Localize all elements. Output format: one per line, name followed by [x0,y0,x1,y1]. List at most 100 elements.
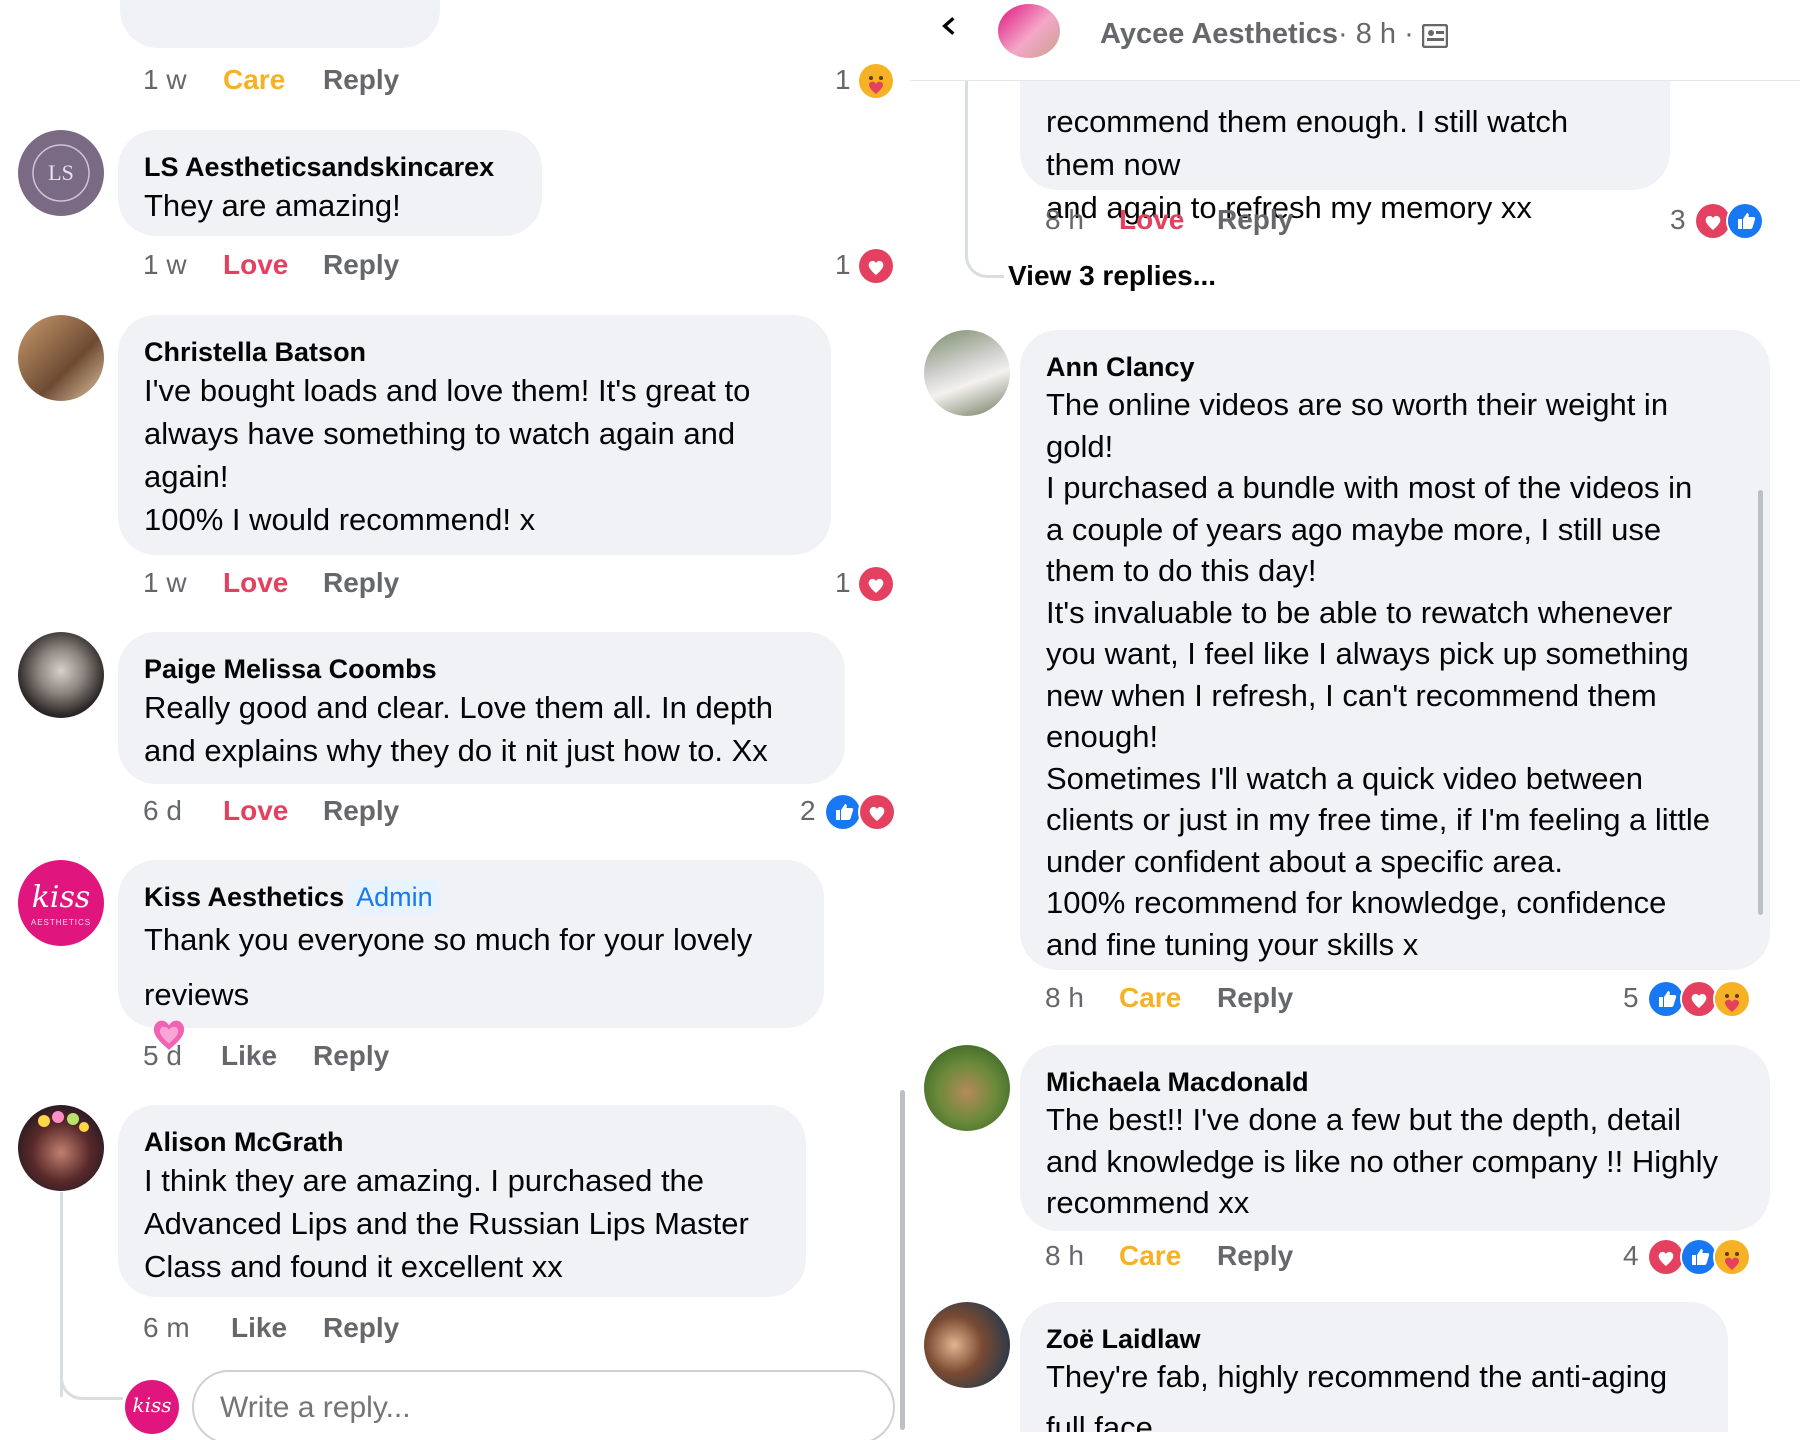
avatar-ls-aesthetics[interactable]: LS [18,130,104,216]
heart-icon [857,565,895,603]
admin-badge: Admin [350,880,439,914]
reaction-count: 2 [800,795,816,826]
chevron-left-icon[interactable] [938,8,960,45]
avatar-alison-mcgrath[interactable] [18,1105,104,1191]
comment-time: 8 h [1045,1240,1084,1271]
reaction-summary[interactable]: 5 [1623,978,1783,1018]
reply-avatar: kiss [125,1380,179,1434]
care-icon [1713,980,1751,1018]
avatar-christella-batson[interactable] [18,315,104,401]
commenter-name[interactable]: Paige Melissa Coombs [144,652,819,686]
reaction-button[interactable]: Love [223,247,288,283]
commenter-name-text[interactable]: Kiss Aesthetics [144,882,344,912]
avatar-zoe-laidlaw[interactable] [924,1302,1010,1388]
comment-actions: 6 d Love Reply [143,793,743,829]
reaction-summary[interactable]: 2 [800,791,905,831]
post-header: Aycee Aesthetics · 8 h · [910,0,1800,81]
reply-button[interactable]: Reply [323,565,399,601]
reaction-button[interactable]: Love [1119,202,1184,238]
reply-button[interactable]: Reply [323,793,399,829]
right-comments-panel: Aycee Aesthetics · 8 h · recommend them … [910,0,1800,1440]
comment-text: They're fab, highly recommend the anti-a… [1046,1359,1668,1394]
reply-button[interactable]: Reply [313,1038,389,1074]
reply-input-field[interactable] [218,1386,862,1430]
reply-input[interactable] [192,1370,895,1440]
reaction-button[interactable]: Care [223,62,285,98]
comment-bubble: Christella Batson I've bought loads and … [118,315,831,555]
scrollbar[interactable] [900,1090,905,1430]
comment-actions: 8 h Love Reply [1045,202,1445,238]
reaction-count: 4 [1623,1240,1639,1271]
comment-bubble: Alison McGrath I think they are amazing.… [118,1105,806,1297]
commenter-name[interactable]: LS Aestheticsandskincarex [144,150,516,184]
comment-time: 8 h [1045,982,1084,1013]
commenter-name[interactable]: Zoë Laidlaw [1046,1322,1702,1356]
reply-button[interactable]: Reply [1217,980,1293,1016]
comment-time: 1 w [143,567,187,598]
comment-bubble: Michaela Macdonald The best!! I've done … [1020,1045,1770,1231]
avatar-paige-melissa-coombs[interactable] [18,632,104,718]
comment-bubble: Paige Melissa Coombs Really good and cle… [118,632,845,784]
reaction-count: 1 [835,249,851,280]
scrollbar[interactable] [1758,490,1763,915]
reply-button[interactable]: Reply [323,247,399,283]
commenter-name: Kiss Aesthetics Admin [144,880,798,914]
view-replies-link[interactable]: View 3 replies... [1008,260,1216,292]
reply-button[interactable]: Reply [323,62,399,98]
page-avatar[interactable] [998,4,1060,58]
comment-actions: 5 d Like Reply [143,1038,743,1074]
commenter-name[interactable]: Ann Clancy [1046,350,1744,384]
reaction-button[interactable]: Love [223,793,288,829]
page-name[interactable]: Aycee Aesthetics [1100,18,1338,51]
comment-text: They are amazing! [144,188,401,223]
care-icon [857,62,895,100]
like-button[interactable]: Like [231,1310,287,1346]
comment-time: 1 w [143,249,187,280]
reaction-button[interactable]: Care [1119,980,1181,1016]
commenter-name[interactable]: Christella Batson [144,335,805,369]
reply-button[interactable]: Reply [1217,202,1293,238]
comment-bubble-partial [120,0,440,48]
comment-text: Thank you everyone so much for your love… [144,922,753,957]
comment-time: 8 h [1045,204,1084,235]
post-meta: · 8 h · [1338,18,1414,50]
reaction-summary[interactable]: 3 [1670,200,1780,240]
reply-button[interactable]: Reply [323,1310,399,1346]
like-button[interactable]: Like [221,1038,277,1074]
reply-thread-elbow [60,1362,123,1400]
reaction-button[interactable]: Care [1119,1238,1181,1274]
comment-time: 1 w [143,64,187,95]
reaction-count: 5 [1623,982,1639,1013]
avatar-ann-clancy[interactable] [924,330,1010,416]
reaction-summary[interactable]: 1 [835,245,905,285]
comment-text: I think they are amazing. I purchased th… [144,1163,749,1284]
reaction-summary[interactable]: 4 [1623,1236,1783,1276]
avatar-michaela-macdonald[interactable] [924,1045,1010,1131]
comment-actions: 8 h Care Reply [1045,1238,1445,1274]
avatar-logo-subtext: AESTHETICS [30,918,92,927]
comment-text: I've bought loads and love them! It's gr… [144,373,751,537]
reaction-count: 3 [1670,204,1686,235]
thumbs-up-icon [1726,202,1764,240]
comment-actions: 1 w Care Reply [143,62,903,98]
reply-button[interactable]: Reply [1217,1238,1293,1274]
comment-text-word: reviews [144,977,250,1012]
comment-text: The best!! I've done a few but the depth… [1046,1102,1719,1220]
comment-bubble: LS Aestheticsandskincarex They are amazi… [118,130,542,236]
reaction-count: 1 [835,64,851,95]
svg-text:LS: LS [48,160,74,185]
comment-text: The online videos are so worth their wei… [1046,387,1711,962]
thumbs-up-icon [824,793,862,831]
reply-avatar-text: kiss [132,1393,172,1417]
reaction-summary[interactable]: 1 [835,563,905,603]
comment-time: 6 d [143,795,182,826]
reaction-summary[interactable]: 1 [835,60,905,100]
avatar-kiss-aesthetics[interactable]: kiss AESTHETICS [18,860,104,946]
commenter-name[interactable]: Alison McGrath [144,1125,780,1159]
reaction-button[interactable]: Love [223,565,288,601]
left-comments-panel: 1 w Care Reply 1 LS LS Aestheticsandskin… [0,0,910,1440]
commenter-name[interactable]: Michaela Macdonald [1046,1065,1744,1099]
care-icon [1713,1238,1751,1276]
comment-bubble: Zoë Laidlaw They're fab, highly recommen… [1020,1302,1728,1440]
comment-actions: 1 w Love Reply [143,565,743,601]
